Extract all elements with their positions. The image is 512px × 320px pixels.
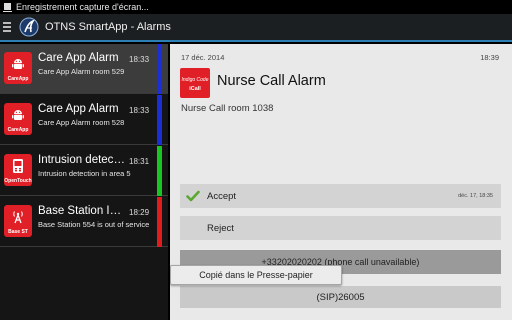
alarm-time: 18:33	[129, 106, 150, 115]
alarm-list-item[interactable]: OpenTouch Intrusion detection 18:31 Intr…	[0, 146, 168, 196]
accept-timestamp: déc. 17, 18:35	[458, 193, 493, 199]
reject-button[interactable]: Reject	[180, 216, 501, 240]
icon-caption: CareApp	[7, 76, 29, 82]
antenna-icon	[13, 211, 23, 224]
alarm-detail-title: Nurse Call Alarm	[217, 73, 326, 89]
alarm-title: Base Station Issue	[38, 205, 126, 217]
base-station-icon: Base ST	[4, 205, 32, 237]
status-bar: Enregistrement capture d'écran...	[0, 0, 512, 14]
care-app-icon: CareApp	[4, 103, 32, 135]
alarm-list-item[interactable]: CareApp Care App Alarm 18:33 Care App Al…	[0, 95, 168, 145]
alarm-time: 18:29	[129, 208, 150, 217]
app-title: OTNS SmartApp - Alarms	[45, 21, 171, 33]
android-icon	[12, 59, 24, 69]
opentouch-icon: OpenTouch	[4, 154, 32, 186]
icon-caption: CareApp	[7, 127, 29, 133]
notification-text: Enregistrement capture d'écran...	[16, 2, 149, 12]
alarm-title: Care App Alarm	[38, 103, 119, 115]
hamburger-menu-icon[interactable]	[3, 13, 17, 41]
alarm-time: 18:31	[129, 157, 150, 166]
alarm-detail-room: Nurse Call room 1038	[181, 103, 274, 114]
download-icon	[3, 2, 12, 12]
alarm-time: 18:33	[129, 55, 150, 64]
care-app-icon: CareApp	[4, 52, 32, 84]
alarm-subtitle: Intrusion detection in area 5	[38, 169, 131, 178]
clipboard-toast: Copié dans le Presse-papier	[170, 265, 342, 285]
icon-caption: OpenTouch	[4, 178, 32, 184]
priority-color-bar	[157, 95, 162, 145]
alarm-time: 18:39	[480, 53, 499, 62]
alarm-date: 17 déc. 2014	[181, 53, 225, 62]
alarm-subtitle: Care App Alarm room 528	[38, 118, 125, 127]
icon-caption: Base ST	[8, 229, 28, 235]
action-bar: OTNS SmartApp - Alarms	[0, 14, 512, 42]
checkmark-icon	[184, 187, 202, 205]
alarm-list-item[interactable]: Base ST Base Station Issue 18:29 Base St…	[0, 197, 168, 247]
icon-top-text: Indigo Code	[181, 77, 209, 83]
alarm-subtitle: Care App Alarm room 529	[38, 67, 125, 76]
phone-icon	[13, 159, 23, 173]
icall-icon: Indigo Code iCall	[180, 68, 210, 98]
android-icon	[12, 110, 24, 120]
alarm-subtitle: Base Station 554 is out of service	[38, 220, 150, 229]
accept-button[interactable]: Accept déc. 17, 18:35	[180, 184, 501, 208]
accept-label: Accept	[207, 190, 237, 202]
alarm-list-item[interactable]: CareApp Care App Alarm 18:33 Care App Al…	[0, 44, 168, 94]
sip-call-button[interactable]: (SIP)26005	[180, 286, 501, 308]
alarm-title: Intrusion detection	[38, 154, 126, 166]
priority-color-bar	[157, 146, 162, 196]
priority-color-bar	[157, 197, 162, 247]
priority-color-bar	[157, 44, 162, 94]
alarm-list: CareApp Care App Alarm 18:33 Care App Al…	[0, 44, 168, 320]
alcatel-lucent-logo[interactable]	[18, 16, 40, 38]
icon-bottom-text: iCall	[189, 86, 201, 92]
alarm-title: Care App Alarm	[38, 52, 119, 64]
reject-label: Reject	[207, 222, 234, 234]
